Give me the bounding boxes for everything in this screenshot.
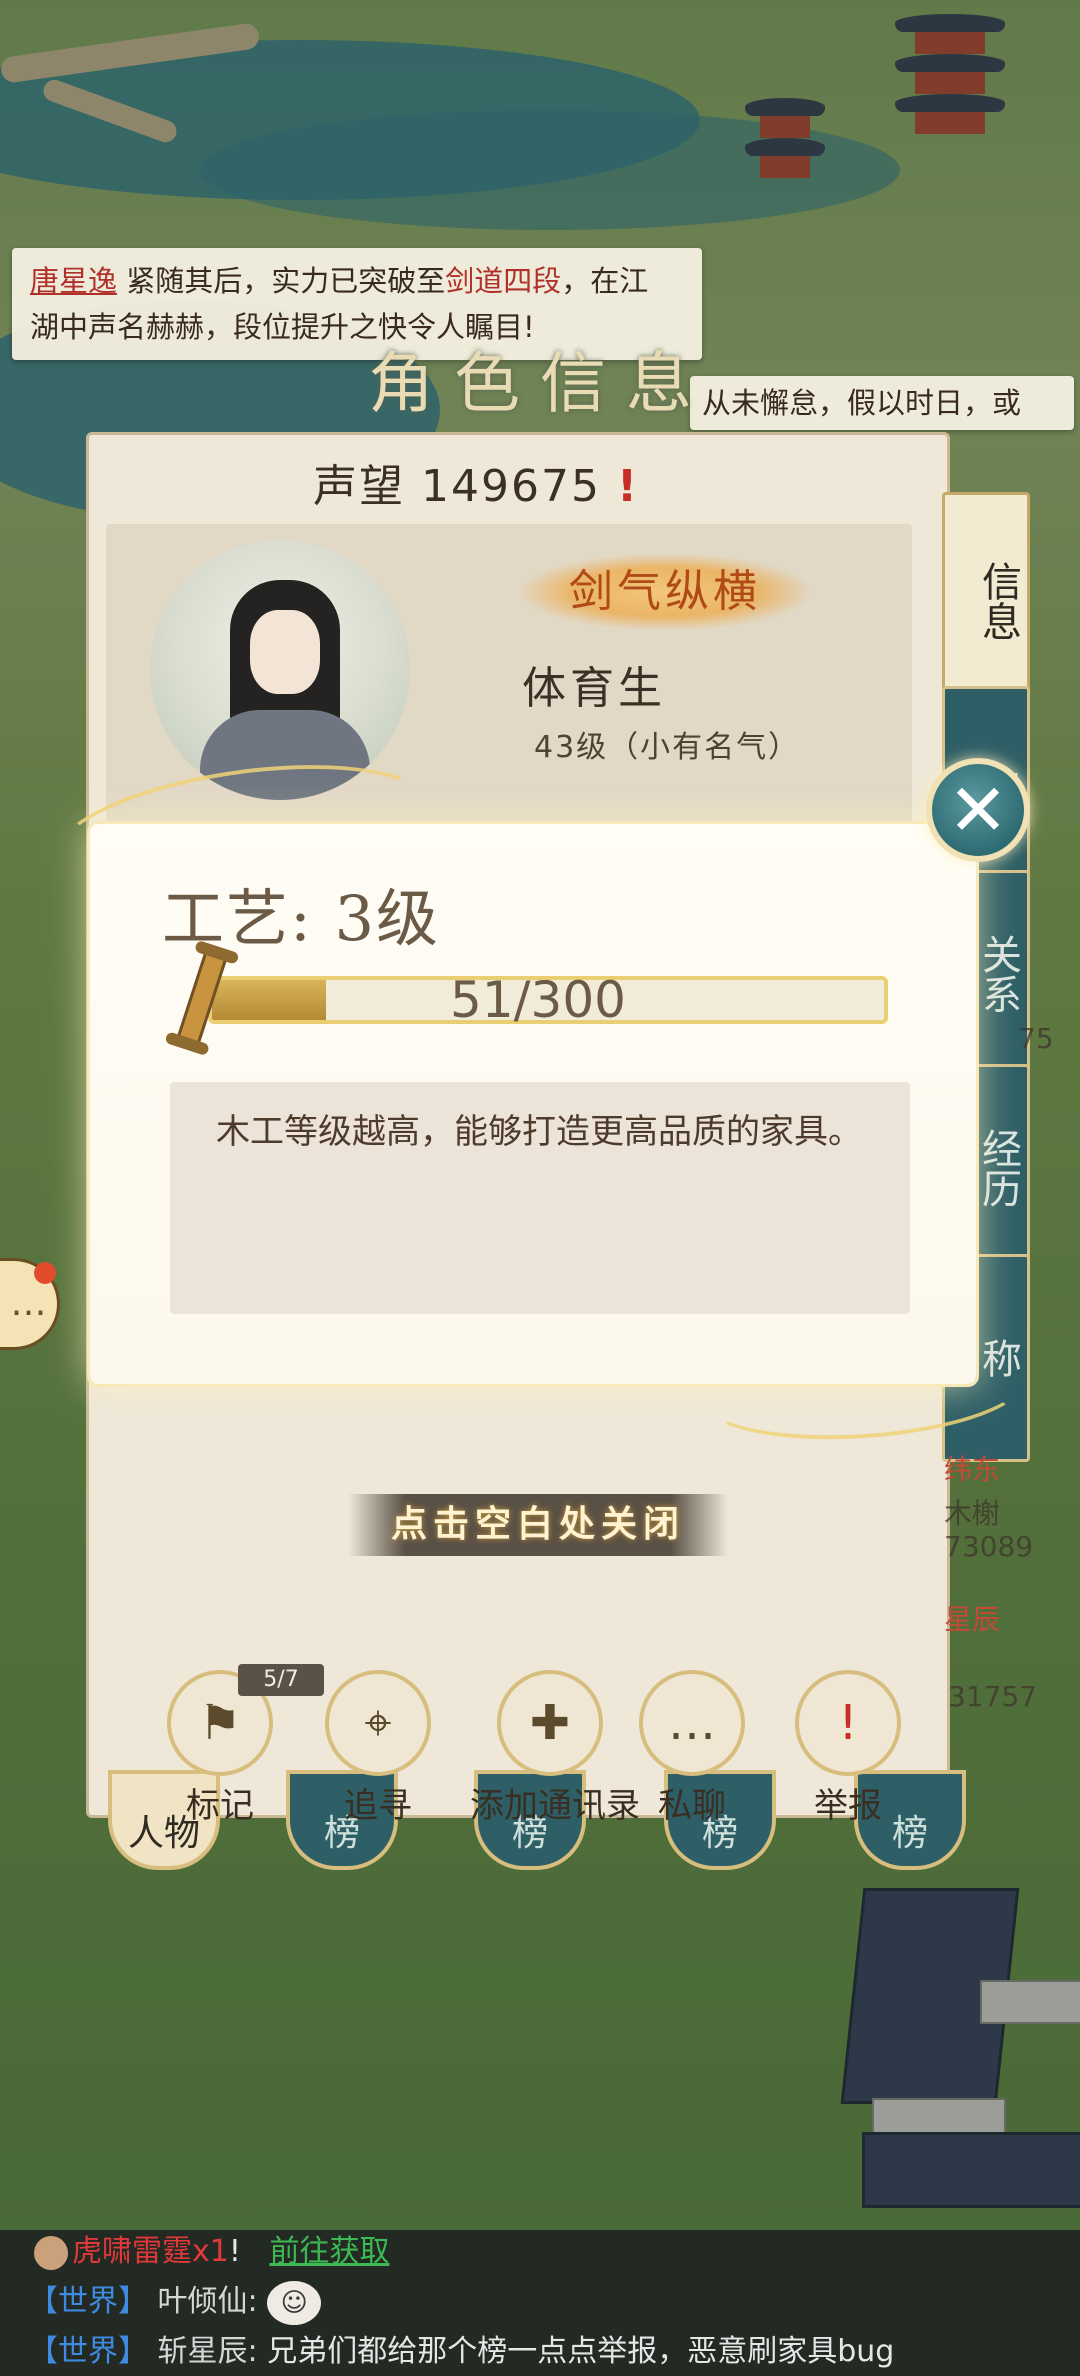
close-x-icon: ✕: [947, 768, 1009, 852]
emoji-sticker-icon: ☺: [267, 2280, 322, 2325]
chat-text: !: [228, 2234, 241, 2269]
rank-value: 75: [1018, 1022, 1054, 1055]
news-text: ，在江: [561, 264, 649, 298]
mark-label: 标记: [186, 1786, 254, 1826]
world-chat[interactable]: 虎啸雷霆x1! 前往获取 【世界】 叶倾仙: ☺ 【世界】 斩星辰: 兄弟们都给…: [0, 2230, 1080, 2376]
exclamation-icon: !: [795, 1670, 901, 1776]
rank-name: 木榭: [944, 1497, 1001, 1530]
avatar: [34, 2235, 68, 2270]
title-badge: 剑气纵横: [520, 554, 810, 630]
skill-description: 木工等级越高，能够打造更高品质的家具。: [170, 1082, 910, 1314]
reward-item: 虎啸雷霆x1: [72, 2234, 229, 2269]
add-contact-button[interactable]: ✚ 添加通讯录: [470, 1670, 640, 1827]
news-text: 从未懈怠，假以时日，或: [702, 386, 1022, 420]
reputation-alert-icon[interactable]: !: [617, 461, 639, 512]
chat-channel: 【世界】: [28, 2334, 148, 2369]
reputation-value: 149675: [420, 461, 601, 512]
tab-info[interactable]: 信息: [942, 492, 1030, 710]
news-player-name[interactable]: 唐星逸: [30, 264, 117, 298]
reputation-label: 声望: [312, 461, 405, 512]
notification-dot: [34, 1262, 56, 1284]
reputation-display: 声望 149675 !: [86, 450, 866, 514]
character-avatar: [150, 540, 410, 800]
close-button[interactable]: ✕: [926, 758, 1030, 862]
news-rank: 剑道四段: [445, 264, 562, 298]
track-button[interactable]: ⌖ 追寻: [308, 1670, 448, 1827]
chat-line: 【世界】 叶倾仙: ☺: [28, 2280, 322, 2325]
rank-name: 星辰: [944, 1603, 1001, 1636]
character-name: 体育生: [522, 663, 666, 714]
rank-value: 31757: [948, 1680, 1038, 1713]
news-banner: 从未懈怠，假以时日，或: [690, 376, 1074, 430]
add-contact-label: 添加通讯录: [470, 1786, 640, 1826]
go-get-link[interactable]: 前往获取: [269, 2234, 389, 2269]
chat-message: 兄弟们都给那个榜一点点举报，恶意刷家具bug: [267, 2334, 895, 2369]
chat-line: 【世界】 斩星辰: 兄弟们都给那个榜一点点举报，恶意刷家具bug: [28, 2330, 894, 2374]
track-label: 追寻: [344, 1786, 412, 1826]
news-text: 紧随其后，实力已突破至: [126, 264, 446, 298]
speech-bubble-icon: …: [639, 1670, 745, 1776]
character-level: 43级（小有名气）: [534, 730, 801, 765]
chat-line: 虎啸雷霆x1! 前往获取: [34, 2230, 389, 2274]
report-label: 举报: [814, 1786, 882, 1826]
chat-channel: 【世界】: [28, 2284, 148, 2319]
chat-sender[interactable]: 叶倾仙:: [158, 2284, 258, 2319]
panel-title: 角色信息: [368, 345, 712, 422]
report-button[interactable]: ! 举报: [778, 1670, 918, 1827]
rank-name: 纬东: [944, 1453, 1001, 1486]
private-chat-button[interactable]: … 私聊: [622, 1670, 762, 1827]
skill-progress-text: 51/300: [450, 971, 626, 1029]
tap-to-close-hint: 点击空白处关闭: [348, 1494, 728, 1556]
rank-value: 73089: [944, 1530, 1034, 1563]
location-pin-icon: ⌖: [325, 1670, 431, 1776]
private-chat-label: 私聊: [658, 1786, 726, 1826]
brush-plus-icon: ✚: [497, 1670, 603, 1776]
chat-sender[interactable]: 斩星辰:: [158, 2334, 258, 2369]
